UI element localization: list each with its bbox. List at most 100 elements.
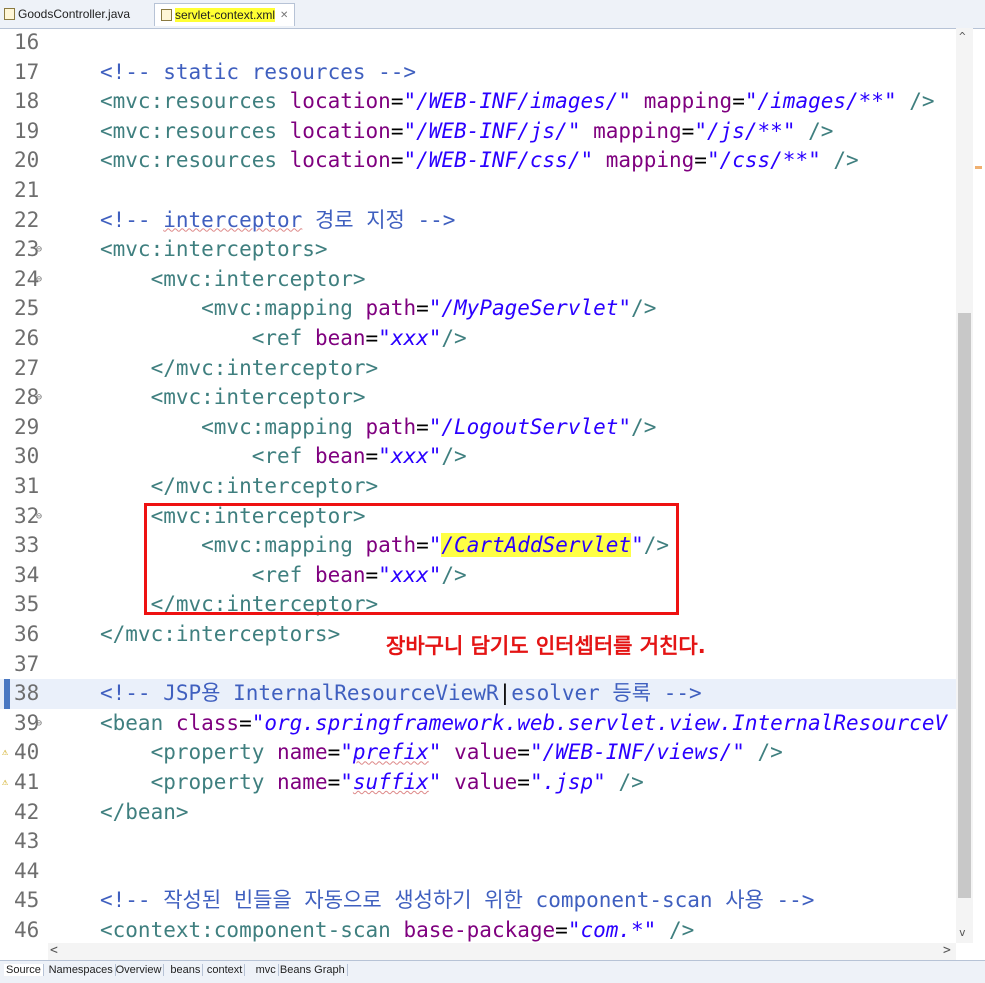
highlight-box — [144, 503, 679, 615]
page-tab-context[interactable]: context — [205, 964, 246, 976]
code-token: <!-- static resources --> — [100, 59, 417, 84]
code-line[interactable]: 43 — [0, 827, 956, 857]
code-line[interactable]: 21 — [0, 176, 956, 206]
code-token: path — [365, 414, 417, 439]
line-number: 46 — [14, 918, 40, 942]
code-line[interactable]: ⚠ 40 <property name="prefix" value="/WEB-… — [0, 738, 956, 768]
code-line[interactable]: 30 <ref bean="xxx"/> — [0, 442, 956, 472]
fold-icon[interactable]: ⊖ — [36, 709, 42, 739]
code-token: " — [428, 770, 442, 794]
tab-servlet-context[interactable]: servlet-context.xml ✕ — [154, 3, 296, 26]
line-number: 32 — [14, 503, 40, 528]
line-number: 36 — [14, 622, 40, 646]
code-token: = — [694, 148, 707, 173]
code-line[interactable]: 19 <mvc:resources location="/WEB-INF/js/"… — [0, 117, 956, 147]
code-line[interactable]: 45 <!-- 작성된 빈들을 자동으로 생성하기 위한 component-sc… — [0, 886, 956, 916]
horizontal-scrollbar[interactable]: < > — [48, 943, 956, 960]
code-line[interactable]: 23 ⊖ <mvc:interceptors> — [0, 235, 956, 265]
tab-goods-controller[interactable]: GoodsController.java — [4, 3, 130, 25]
warning-icon[interactable]: ⚠ — [2, 738, 8, 768]
code-line[interactable]: 44 — [0, 857, 956, 887]
line-number: 26 — [14, 326, 40, 350]
close-icon[interactable]: ✕ — [280, 10, 288, 21]
code-line[interactable]: 25 <mvc:mapping path="/MyPageServlet"/> — [0, 294, 956, 324]
code-line[interactable]: 20 <mvc:resources location="/WEB-INF/css/… — [0, 146, 956, 176]
scroll-down-icon[interactable]: v — [959, 926, 966, 939]
tab-label: servlet-context.xml — [175, 8, 276, 22]
code-token: = — [517, 770, 530, 794]
code-token: /> — [631, 296, 657, 321]
code-text: <ref bean="xxx"/> — [100, 324, 467, 354]
page-tab-overview[interactable]: Overview — [114, 964, 165, 976]
code-editor[interactable]: 16 17 <!-- static resources --> 18 <mvc:reso… — [0, 28, 956, 943]
code-line[interactable]: 29 <mvc:mapping path="/LogoutServlet"/> — [0, 413, 956, 443]
warning-icon[interactable]: ⚠ — [2, 768, 8, 798]
code-token: <mvc:mapping — [100, 414, 366, 439]
code-token: </mvc:interceptor> — [100, 474, 379, 498]
line-number: 29 — [14, 414, 40, 439]
code-token: "xxx" — [378, 444, 442, 469]
code-token: class — [175, 710, 240, 735]
scroll-thumb[interactable] — [958, 313, 971, 898]
code-token: "/WEB-INF/css/" — [403, 148, 594, 173]
line-number: 42 — [14, 799, 40, 824]
code-token: /> — [744, 740, 783, 765]
code-token: mapping — [593, 118, 682, 143]
line-number: 28 — [14, 385, 40, 410]
fold-icon[interactable]: ⊖ — [36, 502, 42, 532]
line-number: 17 — [14, 59, 40, 84]
code-token: = — [239, 710, 252, 735]
code-line[interactable]: 42 </bean> — [0, 798, 956, 828]
overview-marker[interactable] — [975, 166, 982, 169]
scroll-up-icon[interactable]: ^ — [959, 30, 966, 43]
code-line[interactable]: 38 <!-- JSP용 InternalResourceViewR|esolve… — [0, 679, 956, 709]
code-line[interactable]: 46 <context:component-scan base-package="… — [0, 916, 956, 943]
code-line[interactable]: 31 </mvc:interceptor> — [0, 472, 956, 502]
page-tab-namespaces[interactable]: Namespaces — [47, 964, 116, 976]
code-line[interactable]: 18 <mvc:resources location="/WEB-INF/imag… — [0, 87, 956, 117]
page-tab-beans[interactable]: beans — [168, 964, 204, 976]
line-number: 40 — [14, 740, 40, 765]
vertical-scrollbar[interactable]: ^ v — [956, 28, 973, 943]
page-tab-mvc[interactable]: mvc — [254, 964, 279, 976]
line-number: 44 — [14, 858, 40, 883]
code-token: <property — [100, 770, 278, 794]
code-token: bean — [314, 444, 366, 469]
code-token: bean — [314, 326, 366, 350]
code-token: /> — [820, 148, 859, 173]
code-line[interactable]: 22 <!-- interceptor 경로 지정 --> — [0, 206, 956, 236]
code-line[interactable]: 16 — [0, 28, 956, 58]
code-text: <mvc:mapping path="/MyPageServlet"/> — [100, 294, 656, 324]
code-token: "/WEB-INF/images/" — [403, 89, 632, 114]
code-line[interactable]: 28 ⊖ <mvc:interceptor> — [0, 383, 956, 413]
fold-icon[interactable]: ⊖ — [36, 265, 42, 295]
code-token: mapping — [643, 89, 733, 114]
page-tab-source[interactable]: Source — [4, 964, 44, 976]
code-line[interactable]: 27 </mvc:interceptor> — [0, 354, 956, 384]
line-number: 39 — [14, 710, 40, 735]
code-token: "org.springframework.web.servlet.view.In… — [251, 710, 948, 735]
scroll-right-icon[interactable]: > — [943, 943, 951, 958]
line-number: 23 — [14, 237, 40, 262]
code-line[interactable]: 24 ⊖ <mvc:interceptor> — [0, 265, 956, 295]
code-token: /> — [896, 89, 935, 114]
code-token: base-package — [403, 918, 556, 942]
code-token: <property — [100, 740, 278, 765]
code-text: <context:component-scan base-package="co… — [100, 916, 694, 943]
code-line[interactable]: 39 ⊖ <bean class="org.springframework.web.… — [0, 709, 956, 739]
page-tab-beans-graph[interactable]: Beans Graph — [278, 964, 348, 976]
code-token: = — [365, 444, 379, 469]
fold-icon[interactable]: ⊖ — [36, 235, 42, 265]
code-line[interactable]: 26 <ref bean="xxx"/> — [0, 324, 956, 354]
line-number: 38 — [14, 681, 40, 706]
code-line[interactable]: ⚠ 41 <property name="suffix" value=".jsp"… — [0, 768, 956, 798]
line-number: 43 — [14, 829, 40, 854]
code-line[interactable]: 17 <!-- static resources --> — [0, 58, 956, 88]
code-token: " — [340, 740, 353, 765]
code-token: <mvc:interceptor> — [100, 266, 366, 291]
scroll-left-icon[interactable]: < — [50, 943, 58, 958]
fold-icon[interactable]: ⊖ — [36, 383, 42, 413]
line-number: 37 — [14, 651, 40, 676]
